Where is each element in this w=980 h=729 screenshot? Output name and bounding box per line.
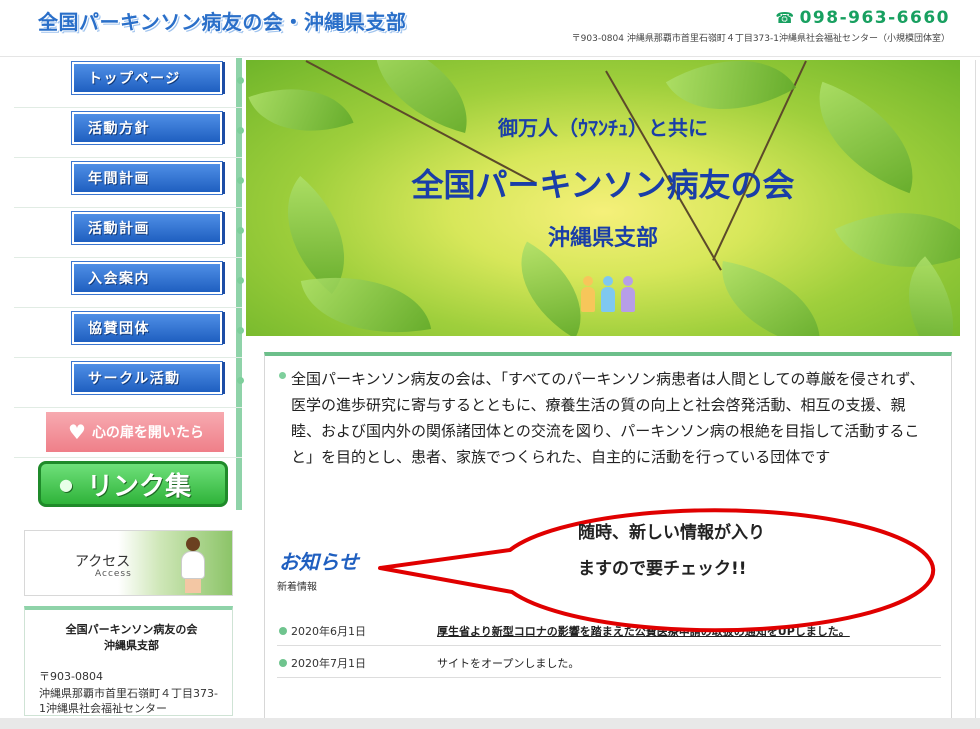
header-divider bbox=[0, 56, 980, 57]
news-item: 2020年7月1日 サイトをオープンしました。 bbox=[277, 648, 941, 678]
circle-dot-icon: ● bbox=[59, 474, 73, 494]
org-name-line2: 沖縄県支部 bbox=[104, 639, 159, 652]
hero-banner: 御万人（ｳﾏﾝﾁｭ）と共に 全国パーキンソン病友の会 沖縄県支部 bbox=[246, 60, 960, 336]
nav-bullet-icon bbox=[237, 77, 244, 84]
annotation-text: 随時、新しい情報が入り ますので要チェック!! bbox=[578, 515, 848, 587]
sidebar-row-activity-plan: 活動計画 bbox=[14, 208, 244, 258]
org-name-line1: 全国パーキンソン病友の会 bbox=[65, 623, 198, 636]
phone-number: ☎ 098-963-6660 bbox=[775, 8, 950, 28]
nav-bullet-icon bbox=[237, 227, 244, 234]
organization-info-box: 全国パーキンソン病友の会 沖縄県支部 〒903-0804 沖縄県那覇市首里石嶺町… bbox=[24, 606, 233, 716]
nav-button-top-page[interactable]: トップページ bbox=[71, 61, 225, 95]
heart-icon: ♥ bbox=[68, 420, 86, 444]
nav-button-circle-activities[interactable]: サークル活動 bbox=[71, 361, 225, 395]
nav-bullet-icon bbox=[237, 277, 244, 284]
news-subheading: 新着情報 bbox=[277, 582, 317, 593]
heart-door-button[interactable]: ♥ 心の扉を開いたら bbox=[46, 412, 224, 452]
nav-button-activity-policy[interactable]: 活動方針 bbox=[71, 111, 225, 145]
page-right-border bbox=[975, 60, 976, 720]
phone-icon: ☎ bbox=[775, 9, 796, 27]
hero-title: 全国パーキンソン病友の会 bbox=[411, 166, 795, 204]
people-group-icon bbox=[580, 272, 636, 312]
nav-button-activity-plan[interactable]: 活動計画 bbox=[71, 211, 225, 245]
sidebar-row-sponsors: 協賛団体 bbox=[14, 308, 244, 358]
news-heading: お知らせ bbox=[279, 550, 359, 574]
news-date: 2020年7月1日 bbox=[291, 657, 366, 670]
links-button[interactable]: ● リンク集 bbox=[38, 461, 228, 507]
hero-subtitle: 沖縄県支部 bbox=[547, 226, 658, 251]
nav-bullet-icon bbox=[237, 377, 244, 384]
news-text: サイトをオープンしました。 bbox=[437, 657, 580, 670]
horizontal-scrollbar[interactable] bbox=[0, 718, 980, 729]
nav-button-sponsors[interactable]: 協賛団体 bbox=[71, 311, 225, 345]
mission-statement: 全国パーキンソン病友の会は、「すべてのパーキンソン病患者は人間としての尊厳を侵さ… bbox=[291, 370, 925, 466]
sidebar-row-circle: サークル活動 bbox=[14, 358, 244, 408]
sidebar-row-top: トップページ bbox=[14, 58, 244, 108]
nav-bullet-icon bbox=[237, 127, 244, 134]
sidebar-nav: トップページ 活動方針 年間計画 活動計画 入会案内 協賛団体 サークル活動 ♥… bbox=[14, 58, 244, 510]
sidebar-row-policy: 活動方針 bbox=[14, 108, 244, 158]
access-label: アクセス bbox=[75, 554, 131, 570]
phone-text: 098-963-6660 bbox=[799, 8, 950, 28]
nav-button-membership[interactable]: 入会案内 bbox=[71, 261, 225, 295]
sidebar-row-membership: 入会案内 bbox=[14, 258, 244, 308]
nav-bullet-icon bbox=[237, 177, 244, 184]
news-date: 2020年6月1日 bbox=[291, 625, 366, 638]
site-title[interactable]: 全国パーキンソン病友の会・沖縄県支部 bbox=[38, 6, 406, 35]
sidebar-row-links: ● リンク集 bbox=[14, 458, 242, 510]
org-address: 沖縄県那覇市首里石嶺町４丁目373-1沖縄県社会福祉センター bbox=[39, 687, 218, 715]
heart-door-label: 心の扉を開いたら bbox=[91, 425, 204, 441]
sidebar-row-annual: 年間計画 bbox=[14, 158, 244, 208]
running-child-image bbox=[175, 537, 211, 595]
news-bullet-icon bbox=[279, 659, 287, 667]
nav-button-annual-plan[interactable]: 年間計画 bbox=[71, 161, 225, 195]
org-zip: 〒903-0804 bbox=[39, 670, 103, 683]
sidebar-row-heart: ♥ 心の扉を開いたら bbox=[14, 408, 242, 458]
links-label: リンク集 bbox=[86, 471, 191, 502]
nav-bullet-icon bbox=[237, 327, 244, 334]
annotation-line2: ますので要チェック!! bbox=[578, 559, 747, 579]
news-bullet-icon bbox=[279, 627, 287, 635]
access-banner[interactable]: アクセス Access bbox=[24, 530, 233, 596]
hero-tagline: 御万人（ｳﾏﾝﾁｭ）と共に bbox=[498, 116, 708, 140]
mission-bullet-icon bbox=[279, 372, 286, 379]
access-sublabel: Access bbox=[95, 569, 132, 579]
header-address: 〒903-0804 沖縄県那覇市首里石嶺町４丁目373-1沖縄県社会福祉センター… bbox=[571, 34, 950, 44]
annotation-line1: 随時、新しい情報が入り bbox=[578, 523, 765, 543]
